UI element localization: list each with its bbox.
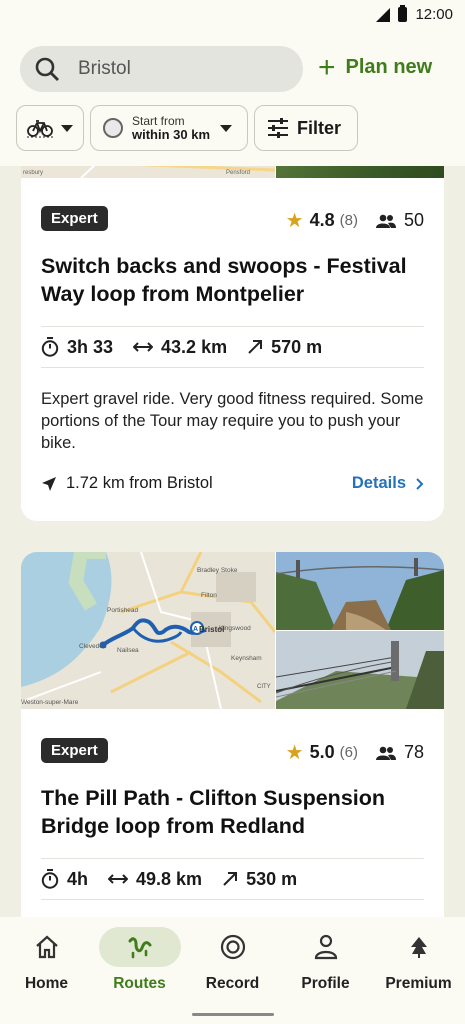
chevron-down-icon	[220, 124, 233, 132]
duration: 3h 33	[67, 336, 114, 357]
riders-count: 50	[403, 210, 424, 230]
riders-icon	[375, 746, 396, 760]
search-bar[interactable]	[20, 46, 303, 92]
bike-icon	[27, 120, 53, 138]
map-label: Keynsham	[231, 655, 262, 662]
header: + Plan new Start from within 30 km	[0, 34, 465, 166]
riders-count: 78	[403, 742, 424, 762]
rating-count: (8)	[339, 212, 358, 229]
timer-icon	[41, 337, 59, 357]
routes-icon	[128, 937, 151, 959]
sport-type-dropdown[interactable]	[16, 105, 84, 151]
nav-label: Record	[205, 975, 260, 992]
rating: ★ 5.0 (6) 78	[286, 740, 424, 765]
nav-label: Profile	[301, 975, 350, 992]
difficulty-badge: Expert	[41, 738, 108, 763]
route-card-body: Expert ★ 5.0 (6) 78 The Pill Path - Clif…	[41, 738, 424, 900]
signal-icon	[376, 7, 391, 22]
distance-from: 1.72 km from Bristol	[66, 474, 213, 492]
plus-icon: +	[318, 50, 336, 84]
bottom-nav: Home Routes Record Profile Premium	[0, 917, 465, 1024]
record-icon	[220, 934, 245, 960]
plan-new-button[interactable]: + Plan new	[318, 50, 433, 84]
nav-premium[interactable]: Premium	[372, 917, 465, 1007]
map-label: Bristol	[199, 625, 224, 634]
rating-count: (6)	[339, 744, 358, 761]
map-label: Weston-super-Mare	[21, 699, 79, 706]
location-radius-icon	[103, 118, 123, 138]
map-label: Clevedon	[79, 643, 107, 650]
distance-icon	[108, 874, 129, 884]
star-icon: ★	[285, 742, 304, 764]
nav-home[interactable]: Home	[0, 917, 93, 1007]
map-label: Bradley Stoke	[197, 567, 238, 574]
route-card[interactable]: resbury Pensford Expert ★ 4.8 (8) 50 Swi…	[21, 130, 444, 521]
chevron-down-icon	[61, 124, 73, 132]
route-title[interactable]: The Pill Path - Clifton Suspension Bridg…	[41, 784, 424, 840]
details-link[interactable]: Details	[352, 474, 424, 493]
map-label: Portishead	[107, 607, 138, 614]
route-description: Expert gravel ride. Very good fitness re…	[41, 390, 424, 452]
rating: ★ 4.8 (8) 50	[286, 208, 424, 233]
route-stats: 3h 33 43.2 km 570 m	[41, 326, 424, 368]
start-location-dropdown[interactable]: Start from within 30 km	[90, 105, 248, 151]
elevation: 530 m	[246, 868, 298, 889]
battery-icon	[398, 5, 408, 22]
profile-icon	[314, 934, 337, 960]
details-label: Details	[351, 474, 406, 492]
distance: 49.8 km	[136, 868, 203, 889]
sliders-icon	[268, 118, 288, 138]
elevation-icon	[248, 340, 263, 354]
search-input[interactable]	[78, 58, 248, 80]
route-card-body: Expert ★ 4.8 (8) 50 Switch backs and swo…	[41, 206, 424, 493]
route-photo	[276, 552, 444, 630]
map-label: Pensford	[226, 170, 250, 176]
distance-icon	[133, 342, 154, 352]
status-bar: 12:00	[0, 0, 465, 34]
elevation-icon	[223, 872, 238, 886]
chevron-right-icon	[416, 477, 424, 490]
filter-label: Filter	[297, 117, 342, 138]
distance: 43.2 km	[161, 336, 228, 357]
route-stats: 4h 49.8 km 530 m	[41, 858, 424, 900]
rating-score: 5.0	[309, 742, 335, 762]
nav-label: Home	[24, 975, 69, 992]
elevation: 570 m	[271, 336, 323, 357]
route-map: A Bradley Stoke Filton Portishead Kingsw…	[21, 552, 275, 709]
start-from-value: within 30 km	[132, 127, 211, 142]
map-label: CITY	[257, 684, 271, 690]
map-start-marker: A	[193, 626, 198, 633]
route-card[interactable]: A Bradley Stoke Filton Portishead Kingsw…	[21, 552, 444, 952]
home-indicator	[192, 1013, 274, 1016]
premium-icon	[410, 937, 427, 958]
nav-routes[interactable]: Routes	[93, 917, 186, 1007]
map-label: resbury	[23, 170, 43, 176]
star-icon: ★	[285, 210, 304, 232]
nav-profile[interactable]: Profile	[279, 917, 372, 1007]
timer-icon	[41, 869, 59, 889]
nav-record[interactable]: Record	[186, 917, 279, 1007]
nav-label: Routes	[113, 975, 166, 992]
home-icon	[35, 935, 58, 959]
status-time: 12:00	[415, 6, 453, 23]
rating-score: 4.8	[309, 210, 335, 230]
riders-icon	[375, 214, 396, 228]
filter-button[interactable]: Filter	[254, 105, 358, 151]
plan-new-label: Plan new	[345, 56, 433, 78]
route-title[interactable]: Switch backs and swoops - Festival Way l…	[41, 252, 424, 308]
duration: 4h	[67, 868, 89, 889]
location-arrow-icon	[42, 476, 56, 491]
filter-bar: Start from within 30 km Filter	[16, 105, 358, 151]
start-from-label: Start from	[132, 114, 185, 128]
difficulty-badge: Expert	[41, 206, 108, 231]
nav-label: Premium	[385, 975, 452, 992]
map-label: Filton	[201, 592, 217, 599]
search-icon	[35, 57, 59, 81]
map-label: Nailsea	[117, 647, 139, 654]
route-photo	[276, 631, 444, 709]
